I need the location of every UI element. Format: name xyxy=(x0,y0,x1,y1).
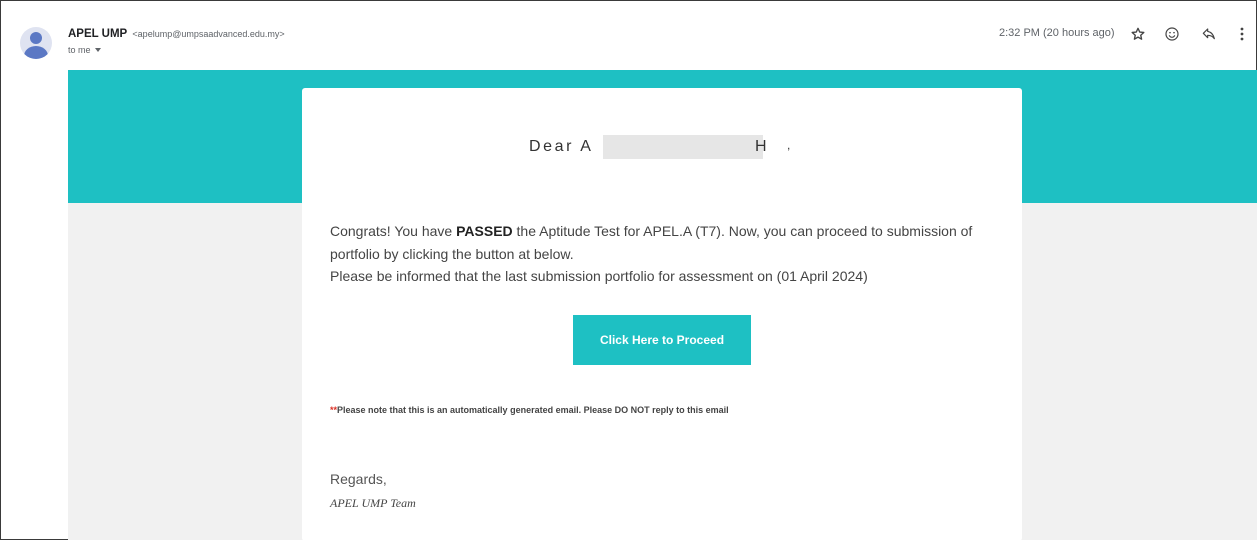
regards-text: Regards, xyxy=(330,471,387,487)
message-line-2: portfolio by clicking the button at belo… xyxy=(330,246,574,262)
sender-line: APEL UMP <apelump@umpsaadvanced.edu.my> xyxy=(68,28,285,40)
auto-generated-note: **Please note that this is an automatica… xyxy=(330,405,729,415)
greeting-prefix: Dear A xyxy=(529,138,594,155)
reply-icon[interactable] xyxy=(1198,23,1220,45)
recipient-label: to me xyxy=(68,45,91,55)
email-timestamp: 2:32 PM (20 hours ago) xyxy=(999,27,1115,39)
note-asterisks: ** xyxy=(330,405,338,415)
signature-text: APEL UMP Team xyxy=(330,496,416,510)
email-view: APEL UMP <apelump@umpsaadvanced.edu.my> … xyxy=(0,0,1257,540)
sender-name[interactable]: APEL UMP xyxy=(68,28,127,40)
star-icon[interactable] xyxy=(1127,23,1149,45)
chevron-down-icon xyxy=(94,48,101,52)
passed-highlight: PASSED xyxy=(456,223,513,239)
note-text: Please note that this is an automaticall… xyxy=(337,405,729,415)
avatar-head-shape xyxy=(30,32,42,44)
sender-email: <apelump@umpsaadvanced.edu.my> xyxy=(132,29,285,39)
message-line-1: Congrats! You have PASSED the Aptitude T… xyxy=(330,221,972,241)
redacted-name-block xyxy=(603,135,763,159)
more-vert-icon[interactable] xyxy=(1231,23,1253,45)
emoji-icon[interactable] xyxy=(1161,23,1183,45)
proceed-button-label: Click Here to Proceed xyxy=(599,333,725,347)
message-line-1-start: Congrats! You have xyxy=(330,223,457,239)
message-line-3: Please be informed that the last submiss… xyxy=(330,268,868,284)
recipient-details-toggle[interactable]: to me xyxy=(68,45,101,55)
greeting-suffix: H xyxy=(755,138,770,155)
proceed-button[interactable]: Click Here to Proceed xyxy=(573,315,751,365)
greeting-comma: , xyxy=(787,138,791,152)
email-content-card: Dear A H , Congrats! You have PASSED the… xyxy=(302,88,1022,540)
avatar-body-shape xyxy=(24,46,48,59)
message-line-1-end: the Aptitude Test for APEL.A (T7). Now, … xyxy=(512,223,973,239)
sender-avatar[interactable] xyxy=(20,27,52,59)
